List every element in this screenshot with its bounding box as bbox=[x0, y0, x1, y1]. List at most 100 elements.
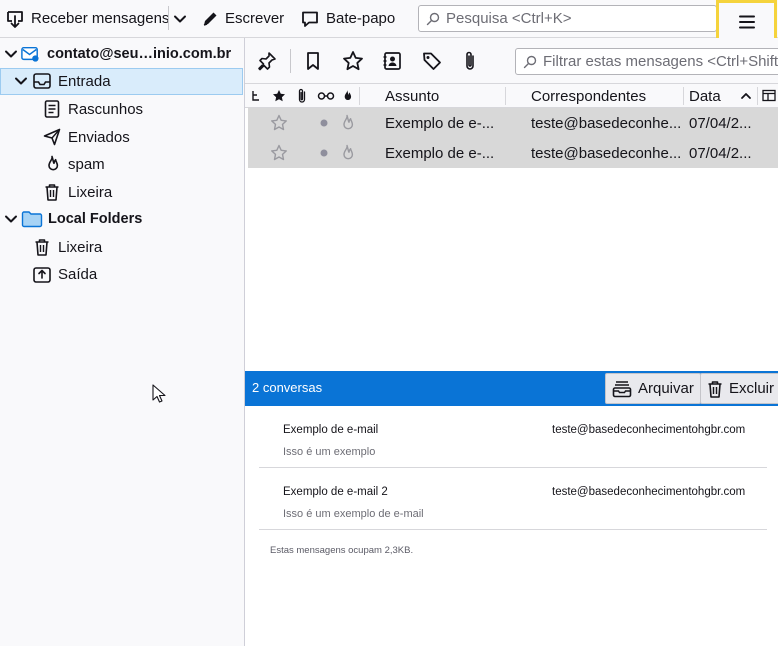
attachment-column-button[interactable] bbox=[296, 84, 308, 108]
column-divider bbox=[757, 87, 758, 105]
folder-label: Saída bbox=[58, 266, 98, 283]
summary-message-item[interactable]: Exemplo de e-mail 2 teste@basedeconhecim… bbox=[259, 486, 767, 526]
trash-icon bbox=[707, 380, 723, 398]
star-icon bbox=[272, 89, 286, 103]
thread-subject: Exemplo de e-... bbox=[385, 115, 495, 132]
chat-button[interactable]: Bate-papo bbox=[300, 0, 395, 37]
flame-icon[interactable] bbox=[339, 144, 355, 162]
folder-label: Lixeira bbox=[58, 239, 103, 256]
sort-ascending-icon[interactable] bbox=[740, 84, 752, 108]
global-search-input[interactable] bbox=[446, 10, 696, 27]
read-status-dot[interactable] bbox=[320, 119, 328, 127]
read-column-button[interactable] bbox=[317, 84, 335, 108]
tag-icon bbox=[422, 51, 442, 71]
junk-column-button[interactable] bbox=[341, 84, 353, 108]
thread-icon bbox=[251, 89, 261, 103]
attachment-filter-button[interactable] bbox=[458, 49, 482, 73]
star-icon[interactable] bbox=[270, 114, 288, 132]
summary-header: 2 conversas Arquivar Excluir bbox=[245, 371, 778, 406]
summary-pane: Exemplo de e-mail teste@basedeconhecimen… bbox=[245, 406, 778, 646]
column-picker-icon bbox=[762, 89, 776, 103]
thread-column-header: Assunto Correspondentes Data bbox=[245, 84, 778, 108]
chevron-down-icon[interactable] bbox=[2, 45, 20, 63]
account-row[interactable]: contato@seu…inio.com.br bbox=[0, 41, 243, 68]
folder-label: Enviados bbox=[68, 129, 130, 146]
write-button[interactable]: Escrever bbox=[201, 0, 284, 37]
date-column-header[interactable]: Data bbox=[689, 84, 721, 108]
flame-icon bbox=[43, 155, 61, 173]
read-status-dot[interactable] bbox=[320, 149, 328, 157]
starred-column-button[interactable] bbox=[272, 84, 286, 108]
folder-spam[interactable]: spam bbox=[0, 151, 243, 178]
global-search-box[interactable] bbox=[418, 5, 717, 32]
archive-button[interactable]: Arquivar bbox=[605, 373, 701, 404]
summary-subject[interactable]: Exemplo de e-mail 2 bbox=[283, 486, 388, 498]
summary-snippet: Isso é um exemplo bbox=[283, 446, 376, 458]
folder-pane: contato@seu…inio.com.br Entrada Rascunho… bbox=[0, 38, 245, 646]
starred-filter-button[interactable] bbox=[341, 49, 365, 73]
summary-subject[interactable]: Exemplo de e-mail bbox=[283, 424, 378, 436]
toolbar-divider bbox=[168, 6, 169, 30]
main-toolbar: Receber mensagens Escrever Bate-papo bbox=[0, 0, 778, 43]
paper-plane-icon bbox=[43, 128, 61, 146]
chevron-down-icon bbox=[172, 11, 188, 27]
thread-date: 07/04/2... bbox=[689, 145, 752, 162]
summary-divider bbox=[259, 529, 767, 530]
sticky-filter-button[interactable] bbox=[255, 49, 279, 73]
unread-filter-button[interactable] bbox=[301, 49, 325, 73]
account-label: contato@seu…inio.com.br bbox=[47, 46, 232, 62]
hamburger-menu-icon bbox=[738, 15, 755, 29]
chevron-down-icon[interactable] bbox=[12, 72, 30, 90]
delete-button[interactable]: Excluir bbox=[700, 373, 778, 404]
thread-row[interactable]: Exemplo de e-... teste@basedeconhe... 07… bbox=[248, 108, 778, 138]
column-divider bbox=[505, 87, 506, 105]
correspondents-column-header[interactable]: Correspondentes bbox=[531, 84, 646, 108]
thread-list[interactable]: Exemplo de e-... teste@basedeconhe... 07… bbox=[245, 108, 778, 371]
tags-filter-button[interactable] bbox=[420, 49, 444, 73]
column-picker-button[interactable] bbox=[762, 84, 776, 108]
column-divider bbox=[359, 87, 360, 105]
app-menu-button[interactable] bbox=[716, 0, 777, 43]
flame-icon[interactable] bbox=[339, 114, 355, 132]
thread-column-button[interactable] bbox=[251, 84, 261, 108]
summary-message-item[interactable]: Exemplo de e-mail teste@basedeconhecimen… bbox=[259, 424, 767, 464]
thread-subject: Exemplo de e-... bbox=[385, 145, 495, 162]
thread-correspondent: teste@basedeconhe... bbox=[531, 145, 682, 162]
document-icon bbox=[43, 100, 61, 118]
conversation-count: 2 conversas bbox=[252, 380, 323, 395]
folder-drafts[interactable]: Rascunhos bbox=[0, 96, 243, 123]
get-messages-label: Receber mensagens bbox=[31, 10, 170, 27]
message-filter-input[interactable] bbox=[543, 53, 778, 70]
get-messages-button[interactable]: Receber mensagens bbox=[5, 0, 169, 37]
mouse-cursor-icon bbox=[152, 384, 166, 404]
thread-row[interactable]: Exemplo de e-... teste@basedeconhe... 07… bbox=[248, 138, 778, 168]
local-folders-row[interactable]: Local Folders bbox=[0, 206, 243, 233]
download-icon bbox=[5, 9, 25, 29]
delete-label: Excluir bbox=[729, 380, 775, 397]
chevron-down-icon[interactable] bbox=[2, 210, 20, 228]
quick-filter-bar bbox=[245, 38, 778, 84]
summary-sender: teste@basedeconhecimentohgbr.com bbox=[552, 486, 746, 498]
inbox-icon bbox=[33, 72, 51, 90]
pencil-icon bbox=[201, 10, 219, 28]
bookmark-icon bbox=[305, 51, 321, 71]
message-filter-box[interactable] bbox=[515, 48, 778, 75]
folder-trash[interactable]: Lixeira bbox=[0, 179, 243, 206]
subject-column-header[interactable]: Assunto bbox=[385, 84, 439, 108]
outbox-icon bbox=[33, 265, 51, 283]
get-messages-dropdown[interactable] bbox=[172, 0, 188, 37]
archive-label: Arquivar bbox=[638, 380, 694, 397]
search-icon bbox=[426, 12, 440, 26]
folder-icon bbox=[21, 210, 43, 228]
folder-local-trash[interactable]: Lixeira bbox=[0, 234, 243, 261]
folder-outbox[interactable]: Saída bbox=[0, 261, 243, 288]
size-note: Estas mensagens ocupam 2,3KB. bbox=[270, 545, 414, 556]
contact-filter-button[interactable] bbox=[380, 49, 404, 73]
folder-inbox[interactable]: Entrada bbox=[0, 68, 243, 95]
star-icon[interactable] bbox=[270, 144, 288, 162]
folder-sent[interactable]: Enviados bbox=[0, 124, 243, 151]
write-label: Escrever bbox=[225, 10, 285, 27]
trash-icon bbox=[33, 238, 51, 256]
chat-bubble-icon bbox=[300, 9, 320, 29]
local-folders-label: Local Folders bbox=[48, 211, 143, 227]
